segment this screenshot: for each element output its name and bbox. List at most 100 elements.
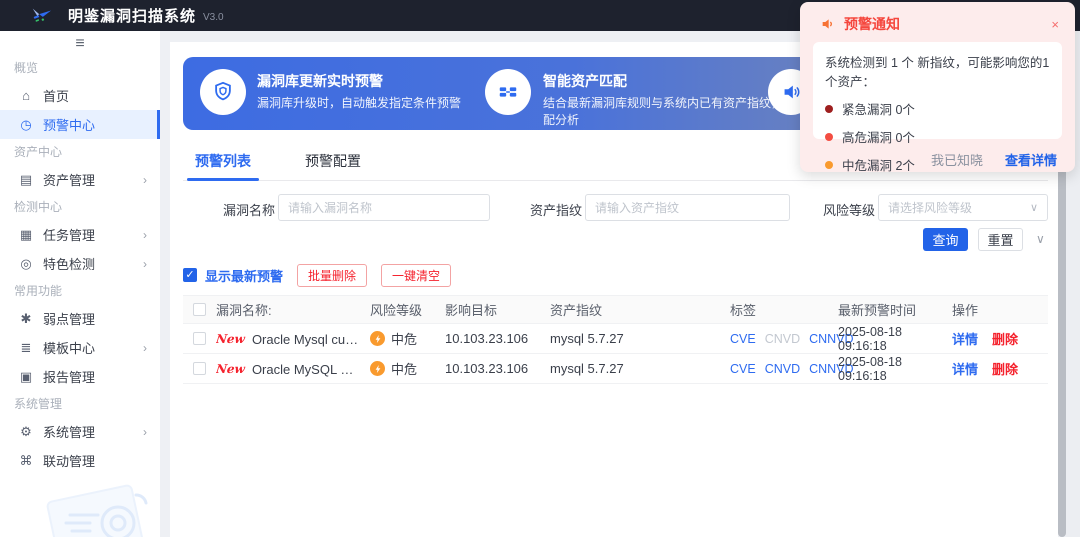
sidebar-section-asset-center: 资产中心 <box>0 139 160 165</box>
app-version: V3.0 <box>203 12 224 23</box>
tag-cnvd[interactable]: CNVD <box>765 332 800 346</box>
new-badge: New <box>216 362 246 376</box>
sidebar-item-asset-mgmt[interactable]: ▤ 资产管理 › <box>0 165 160 194</box>
notification-body: 系统检测到 1 个 新指纹，可能影响您的1 个资产： 紧急漏洞 0个 高危漏洞 … <box>813 42 1062 139</box>
app-title: 明鉴漏洞扫描系统 <box>68 5 196 26</box>
collapse-filters-icon[interactable]: ∨ <box>1036 232 1045 246</box>
view-details-button[interactable]: 查看详情 <box>1005 150 1057 169</box>
medium-bullet-icon <box>825 161 833 169</box>
reset-button[interactable]: 重置 <box>978 228 1023 251</box>
sidebar-section-overview: 概览 <box>0 55 160 81</box>
query-button[interactable]: 查询 <box>923 228 968 251</box>
critical-count: 紧急漏洞 0个 <box>842 99 915 118</box>
sidebar-item-label: 首页 <box>43 86 69 105</box>
sidebar-item-system-mgmt[interactable]: ⚙ 系统管理 › <box>0 417 160 446</box>
filter-actions: 查询 重置 ∨ <box>183 228 1048 252</box>
sidebar-item-label: 预警中心 <box>43 115 95 134</box>
table-row: New Oracle MySQL 安全漏洞(CVE... 中危 10.103.2… <box>183 354 1048 384</box>
alert-table: 漏洞名称: 风险等级 影响目标 资产指纹 标签 最新预警时间 操作 New Or… <box>183 295 1048 384</box>
fingerprint-input[interactable] <box>585 194 790 221</box>
report-icon: ▣ <box>18 369 34 385</box>
banner-card-title: 漏洞库更新实时预警 <box>257 71 383 91</box>
notification-stat: 紧急漏洞 0个 <box>825 99 1050 118</box>
clear-all-button[interactable]: 一键清空 <box>381 264 451 287</box>
sidebar-item-label: 系统管理 <box>43 422 95 441</box>
templates-icon: ≣ <box>18 340 34 356</box>
table-row: New Oracle Mysql curl 加密问题漏... 中危 10.103… <box>183 324 1048 354</box>
sidebar-item-label: 报告管理 <box>43 367 95 386</box>
sidebar-item-label: 弱点管理 <box>43 309 95 328</box>
critical-bullet-icon <box>825 105 833 113</box>
chevron-down-icon: ∨ <box>1030 201 1038 214</box>
col-header-risk: 风险等级 <box>370 300 445 319</box>
sidebar: ≡ 概览 ⌂ 首页 ◷ 预警中心 资产中心 ▤ 资产管理 › 检测中心 ▦ 任务… <box>0 31 160 537</box>
close-icon[interactable]: × <box>1051 17 1059 32</box>
chevron-right-icon: › <box>143 228 147 242</box>
sidebar-item-label: 模板中心 <box>43 338 95 357</box>
tab-alert-list[interactable]: 预警列表 <box>193 149 253 181</box>
acknowledge-button[interactable]: 我已知晓 <box>931 150 983 169</box>
alert-time: 2025-08-18 09:16:18 <box>838 325 952 353</box>
app-logo-icon <box>30 5 52 27</box>
sidebar-item-special-scan[interactable]: ◎ 特色检测 › <box>0 249 160 278</box>
tab-alert-config[interactable]: 预警配置 <box>303 149 363 181</box>
delete-link[interactable]: 删除 <box>992 359 1018 378</box>
sidebar-item-weakness-mgmt[interactable]: ✱ 弱点管理 <box>0 304 160 333</box>
batch-delete-button[interactable]: 批量删除 <box>297 264 367 287</box>
notification-message: 系统检测到 1 个 新指纹，可能影响您的1 个资产： <box>825 52 1050 90</box>
new-badge: New <box>216 332 246 346</box>
detail-link[interactable]: 详情 <box>952 359 978 378</box>
notification-title: 预警通知 <box>844 14 900 34</box>
show-latest-checkbox[interactable]: ✓ <box>183 268 197 282</box>
risk-level-select[interactable]: 请选择风险等级 ∨ <box>878 194 1048 221</box>
row-checkbox[interactable] <box>193 332 206 345</box>
sidebar-collapse-icon[interactable]: ≡ <box>0 33 160 55</box>
vuln-name-input[interactable] <box>278 194 490 221</box>
alarm-icon: ◷ <box>18 117 34 133</box>
sidebar-item-home[interactable]: ⌂ 首页 <box>0 81 160 110</box>
sidebar-item-label: 任务管理 <box>43 225 95 244</box>
select-all-checkbox[interactable] <box>193 303 206 316</box>
list-toolbar: ✓ 显示最新预警 批量删除 一键清空 <box>183 263 1048 287</box>
assets-icon: ▤ <box>18 172 34 188</box>
col-header-tags: 标签 <box>700 300 838 319</box>
filter-label-fingerprint: 资产指纹 <box>530 200 582 219</box>
risk-medium-icon <box>370 361 385 376</box>
chevron-right-icon: › <box>143 257 147 271</box>
sidebar-item-template-center[interactable]: ≣ 模板中心 › <box>0 333 160 362</box>
linkage-icon: ⌘ <box>18 453 34 469</box>
tag-cve[interactable]: CVE <box>730 362 756 376</box>
delete-link[interactable]: 删除 <box>992 329 1018 348</box>
col-header-name: 漏洞名称: <box>216 300 370 319</box>
alert-time: 2025-08-18 09:16:18 <box>838 355 952 383</box>
col-header-ops: 操作 <box>952 300 1048 319</box>
affected-target: 10.103.23.106 <box>445 331 550 346</box>
asset-match-icon <box>485 69 531 115</box>
col-header-time: 最新预警时间 <box>838 300 952 319</box>
risk-medium-icon <box>370 331 385 346</box>
sidebar-item-label: 特色检测 <box>43 254 95 273</box>
filter-label-risk-level: 风险等级 <box>823 200 875 219</box>
table-header-row: 漏洞名称: 风险等级 影响目标 资产指纹 标签 最新预警时间 操作 <box>183 295 1048 324</box>
risk-level: 中危 <box>391 329 417 348</box>
bug-icon: ✱ <box>18 311 34 327</box>
tag-cve[interactable]: CVE <box>730 332 756 346</box>
sidebar-item-alert-center[interactable]: ◷ 预警中心 <box>0 110 160 139</box>
asset-fingerprint: mysql 5.7.27 <box>550 361 700 376</box>
medium-count: 中危漏洞 2个 <box>842 155 915 174</box>
special-scan-icon: ◎ <box>18 256 34 272</box>
vuln-name: Oracle MySQL 安全漏洞(CVE... <box>252 359 370 378</box>
detail-link[interactable]: 详情 <box>952 329 978 348</box>
row-checkbox[interactable] <box>193 362 206 375</box>
vuln-name: Oracle Mysql curl 加密问题漏... <box>252 329 370 348</box>
gear-icon: ⚙ <box>18 424 34 440</box>
sidebar-section-common: 常用功能 <box>0 278 160 304</box>
sidebar-item-task-mgmt[interactable]: ▦ 任务管理 › <box>0 220 160 249</box>
col-header-target: 影响目标 <box>445 300 550 319</box>
sidebar-item-report-mgmt[interactable]: ▣ 报告管理 <box>0 362 160 391</box>
affected-target: 10.103.23.106 <box>445 361 550 376</box>
chevron-right-icon: › <box>143 425 147 439</box>
shield-icon <box>200 69 246 115</box>
risk-level: 中危 <box>391 359 417 378</box>
tag-cnvd[interactable]: CNVD <box>765 362 800 376</box>
